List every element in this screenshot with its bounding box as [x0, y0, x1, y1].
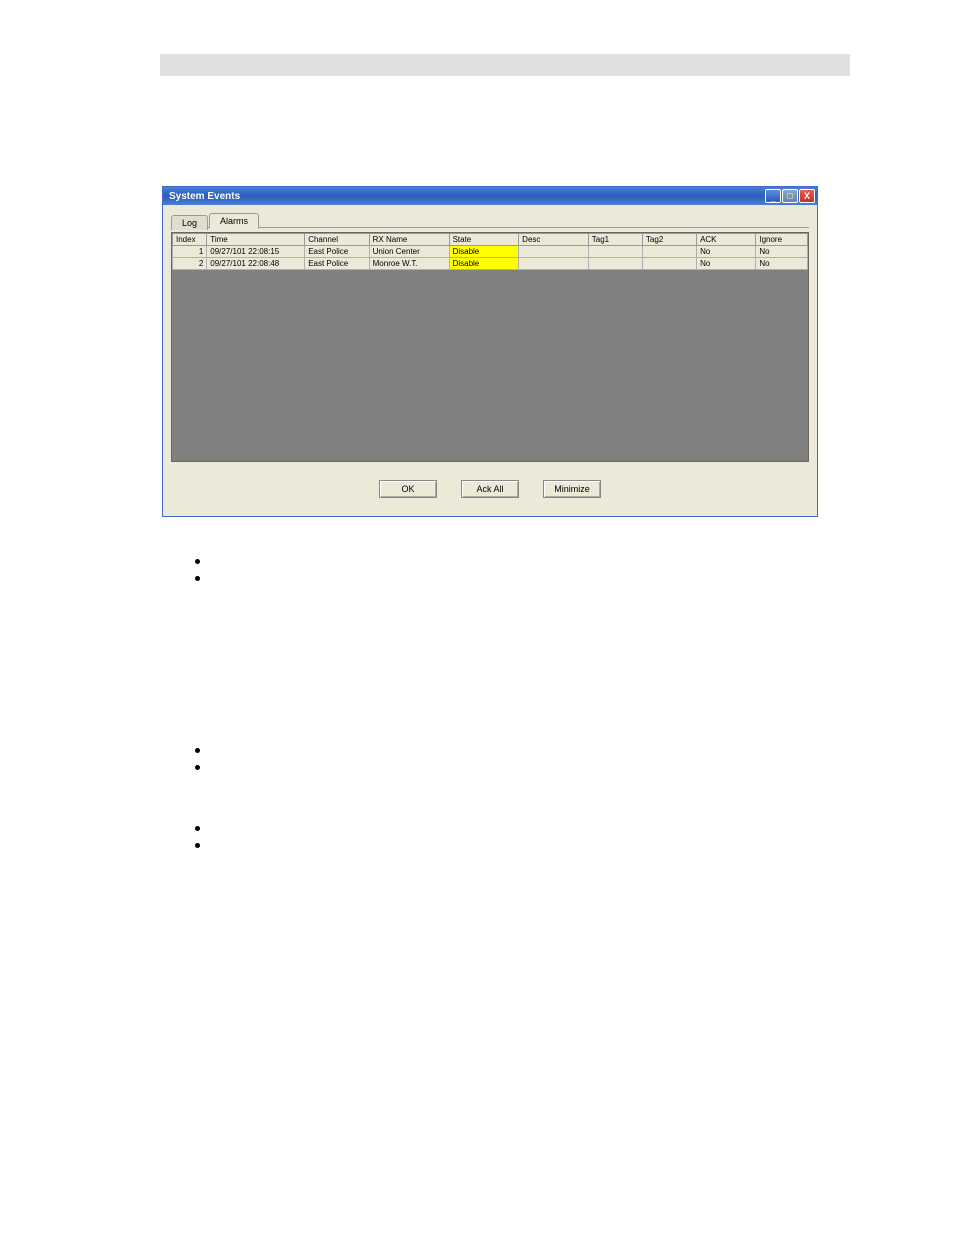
col-channel[interactable]: Channel	[305, 234, 369, 246]
cell-channel: East Police	[305, 258, 369, 270]
tabs: Log Alarms	[171, 213, 809, 228]
top-gray-bar	[160, 54, 850, 76]
cell-state: Disable	[449, 258, 519, 270]
tab-log[interactable]: Log	[171, 215, 208, 230]
window-body: Log Alarms Index Time Channel RX Name St…	[163, 205, 817, 516]
col-state[interactable]: State	[449, 234, 519, 246]
table-header-row: Index Time Channel RX Name State Desc Ta…	[173, 234, 808, 246]
col-ignore[interactable]: Ignore	[756, 234, 808, 246]
titlebar-controls: _ □ X	[765, 189, 815, 203]
col-desc[interactable]: Desc	[519, 234, 589, 246]
maximize-icon[interactable]: □	[782, 189, 798, 203]
col-ack[interactable]: ACK	[697, 234, 756, 246]
titlebar[interactable]: System Events _ □ X	[163, 187, 817, 205]
cell-tag1	[588, 246, 642, 258]
cell-time: 09/27/101 22:08:48	[207, 258, 305, 270]
cell-tag2	[642, 258, 696, 270]
bullet-icon	[195, 576, 200, 581]
close-icon[interactable]: X	[799, 189, 815, 203]
table-row[interactable]: 2 09/27/101 22:08:48 East Police Monroe …	[173, 258, 808, 270]
cell-channel: East Police	[305, 246, 369, 258]
cell-rxname: Monroe W.T.	[369, 258, 449, 270]
cell-ignore: No	[756, 246, 808, 258]
bullet-list-1	[195, 559, 200, 593]
ok-button[interactable]: OK	[379, 480, 437, 498]
cell-desc	[519, 246, 589, 258]
cell-ack: No	[697, 258, 756, 270]
bullet-icon	[195, 826, 200, 831]
cell-tag1	[588, 258, 642, 270]
cell-rxname: Union Center	[369, 246, 449, 258]
ack-all-button[interactable]: Ack All	[461, 480, 519, 498]
col-tag2[interactable]: Tag2	[642, 234, 696, 246]
bullet-icon	[195, 765, 200, 770]
window-title: System Events	[169, 191, 240, 202]
table-row[interactable]: 1 09/27/101 22:08:15 East Police Union C…	[173, 246, 808, 258]
col-time[interactable]: Time	[207, 234, 305, 246]
bullet-icon	[195, 559, 200, 564]
minimize-icon[interactable]: _	[765, 189, 781, 203]
cell-desc	[519, 258, 589, 270]
col-tag1[interactable]: Tag1	[588, 234, 642, 246]
cell-index: 2	[173, 258, 207, 270]
cell-ack: No	[697, 246, 756, 258]
cell-time: 09/27/101 22:08:15	[207, 246, 305, 258]
bullet-list-3	[195, 826, 200, 860]
col-index[interactable]: Index	[173, 234, 207, 246]
cell-state: Disable	[449, 246, 519, 258]
bullet-icon	[195, 748, 200, 753]
cell-tag2	[642, 246, 696, 258]
button-row: OK Ack All Minimize	[171, 462, 809, 508]
cell-ignore: No	[756, 258, 808, 270]
bullet-list-2	[195, 748, 200, 782]
bullet-icon	[195, 843, 200, 848]
alarms-table-area: Index Time Channel RX Name State Desc Ta…	[171, 232, 809, 462]
tab-alarms[interactable]: Alarms	[209, 213, 259, 229]
minimize-button[interactable]: Minimize	[543, 480, 601, 498]
col-rxname[interactable]: RX Name	[369, 234, 449, 246]
alarms-table: Index Time Channel RX Name State Desc Ta…	[172, 233, 808, 270]
system-events-window: System Events _ □ X Log Alarms Index Tim…	[162, 186, 818, 517]
cell-index: 1	[173, 246, 207, 258]
